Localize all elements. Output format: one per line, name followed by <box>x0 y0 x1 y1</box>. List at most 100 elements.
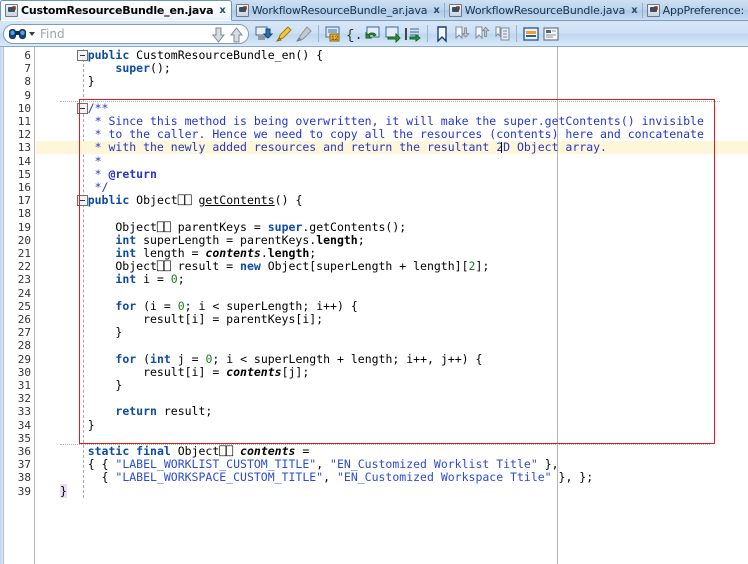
code-line[interactable]: } <box>60 326 122 339</box>
code-line[interactable]: } <box>60 75 95 88</box>
java-file-icon <box>448 4 462 17</box>
line-number: 15 <box>17 167 31 181</box>
line-number: 17 <box>17 194 31 208</box>
java-file-icon <box>646 4 660 17</box>
line-number: 12 <box>17 128 31 142</box>
code-text-area[interactable]: public CustomResourceBundle_en() { super… <box>60 47 748 564</box>
editor-tab-2[interactable]: WorkflowResourceBundle.java x <box>445 0 643 21</box>
code-line[interactable]: } <box>60 418 95 432</box>
line-number: 31 <box>17 379 31 392</box>
line-number: 37 <box>17 458 31 472</box>
forward-navigate-icon[interactable] <box>384 25 402 43</box>
line-number: 23 <box>17 273 31 287</box>
code-line[interactable]: int superLength = parentKeys.length; <box>60 233 364 247</box>
java-file-icon <box>5 4 18 17</box>
binoculars-icon[interactable] <box>9 28 26 40</box>
line-number: 34 <box>17 418 31 432</box>
line-number: 19 <box>17 220 31 234</box>
toolbar-separator <box>516 25 517 42</box>
code-line[interactable]: static final Object⎕⎕ contents = <box>60 445 310 458</box>
line-number: 7 <box>24 62 31 76</box>
code-editor-window: CustomResourceBundle_en.java x WorkflowRes… <box>0 0 748 564</box>
code-line[interactable]: Object⎕⎕ parentKeys = super.getContents(… <box>60 220 406 234</box>
braces-icon[interactable]: {..} <box>344 25 362 43</box>
code-line[interactable]: int i = 0; <box>60 273 184 286</box>
editor-tab-0[interactable]: CustomResourceBundle_en.java x <box>0 0 232 21</box>
code-line[interactable]: { "LABEL_WORKSPACE_CUSTOM_TITLE", "EN_Cu… <box>60 471 594 484</box>
toggle-panel-icon[interactable] <box>522 25 540 43</box>
text-caret <box>501 142 502 154</box>
bookmark-prev-icon[interactable] <box>473 25 491 43</box>
bookmark-icon[interactable] <box>433 25 451 43</box>
code-line[interactable]: for (i = 0; i < superLength; i++) { <box>60 299 357 313</box>
code-line[interactable]: for (int j = 0; i < superLength + length… <box>60 352 482 366</box>
code-line[interactable]: * <box>60 154 102 168</box>
code-line[interactable]: result[i] = contents[j]; <box>60 365 309 379</box>
tab-close-icon[interactable]: x <box>219 5 225 16</box>
code-line[interactable]: { { "LABEL_WORKLIST_CUSTOM_TITLE", "EN_C… <box>60 458 559 471</box>
line-number: 39 <box>17 484 31 498</box>
code-line[interactable]: * Since this method is being overwritten… <box>60 115 704 128</box>
code-line[interactable]: result[i] = parentKeys[i]; <box>60 313 323 326</box>
chevron-down-icon[interactable] <box>29 31 35 36</box>
code-line[interactable]: super(); <box>60 62 170 75</box>
line-number: 16 <box>17 181 31 194</box>
line-number: 30 <box>17 365 31 379</box>
refactor-icon[interactable] <box>255 25 273 43</box>
indent-block-icon[interactable] <box>404 25 422 43</box>
code-line[interactable]: } <box>60 483 67 498</box>
line-number: 21 <box>17 247 31 260</box>
fold-region-separator <box>60 100 720 103</box>
copy-lines-icon[interactable] <box>493 25 511 43</box>
line-number: 38 <box>17 471 31 485</box>
code-line[interactable]: * with the newly added resources and ret… <box>60 141 607 154</box>
line-number: 28 <box>17 339 31 353</box>
editor-tab-3[interactable]: AppPreference: <box>643 0 748 21</box>
line-number: 9 <box>24 88 31 102</box>
tab-close-icon[interactable]: x <box>631 5 637 16</box>
line-number: 10 <box>17 101 31 115</box>
code-line[interactable]: * @return <box>60 167 157 181</box>
svg-text:{..}: {..} <box>346 28 362 43</box>
line-number: 20 <box>17 233 31 247</box>
code-line[interactable]: /** <box>60 101 109 115</box>
editor-tab-label: WorkflowResourceBundle_ar.java <box>251 4 428 17</box>
line-number-gutter[interactable]: 6 7 8 9 10 11 12 13 14 15 16 17 18 19 20 21 22 23 24 25 26 27… <box>5 47 35 564</box>
line-number: 6 <box>24 49 31 62</box>
tab-close-icon[interactable]: x <box>433 5 439 16</box>
code-line[interactable]: * to the caller. Hence we need to copy a… <box>60 128 704 141</box>
back-navigate-icon[interactable] <box>364 25 382 43</box>
highlight-pen-icon[interactable] <box>275 25 293 43</box>
code-line[interactable]: public Object⎕⎕ getContents() { <box>60 194 303 207</box>
code-line[interactable]: return result; <box>60 405 212 418</box>
toolbar-separator <box>318 25 319 42</box>
line-number: 18 <box>17 207 31 221</box>
fold-region-separator <box>60 444 710 446</box>
eraser-icon[interactable] <box>295 25 313 43</box>
code-line[interactable]: int length = contents.length; <box>60 247 316 260</box>
toggle-header-icon[interactable] <box>542 25 560 43</box>
find-previous-icon[interactable] <box>211 27 226 43</box>
editor-tab-label: AppPreference: <box>662 4 745 17</box>
find-next-icon[interactable] <box>229 26 244 43</box>
line-number: 27 <box>17 326 31 340</box>
code-line[interactable]: public CustomResourceBundle_en() { <box>60 49 323 62</box>
line-number: 36 <box>17 445 31 458</box>
source-code-editor[interactable]: 6 7 8 9 10 11 12 13 14 15 16 17 18 19 20 21 22 23 24 25 26 27… <box>0 47 748 564</box>
find-toolbar: Find 12 {. <box>0 21 748 47</box>
line-number: 33 <box>17 405 31 419</box>
code-line[interactable]: } <box>60 379 122 392</box>
bookmark-next-icon[interactable] <box>453 25 471 43</box>
line-number: 25 <box>17 299 31 313</box>
line-number: 29 <box>17 352 31 366</box>
search-input[interactable]: Find <box>3 23 249 44</box>
goto-line-icon[interactable]: 12 <box>324 25 342 43</box>
line-number: 35 <box>17 431 31 445</box>
line-number: 32 <box>17 392 31 406</box>
code-line[interactable]: */ <box>60 181 109 194</box>
editor-tab-label: WorkflowResourceBundle.java <box>464 4 626 17</box>
code-folding-column[interactable] <box>36 47 88 564</box>
code-line[interactable]: Object⎕⎕ result = new Object[superLength… <box>60 260 489 273</box>
editor-tab-1[interactable]: WorkflowResourceBundle_ar.java x <box>232 0 445 21</box>
java-file-icon <box>235 4 249 17</box>
